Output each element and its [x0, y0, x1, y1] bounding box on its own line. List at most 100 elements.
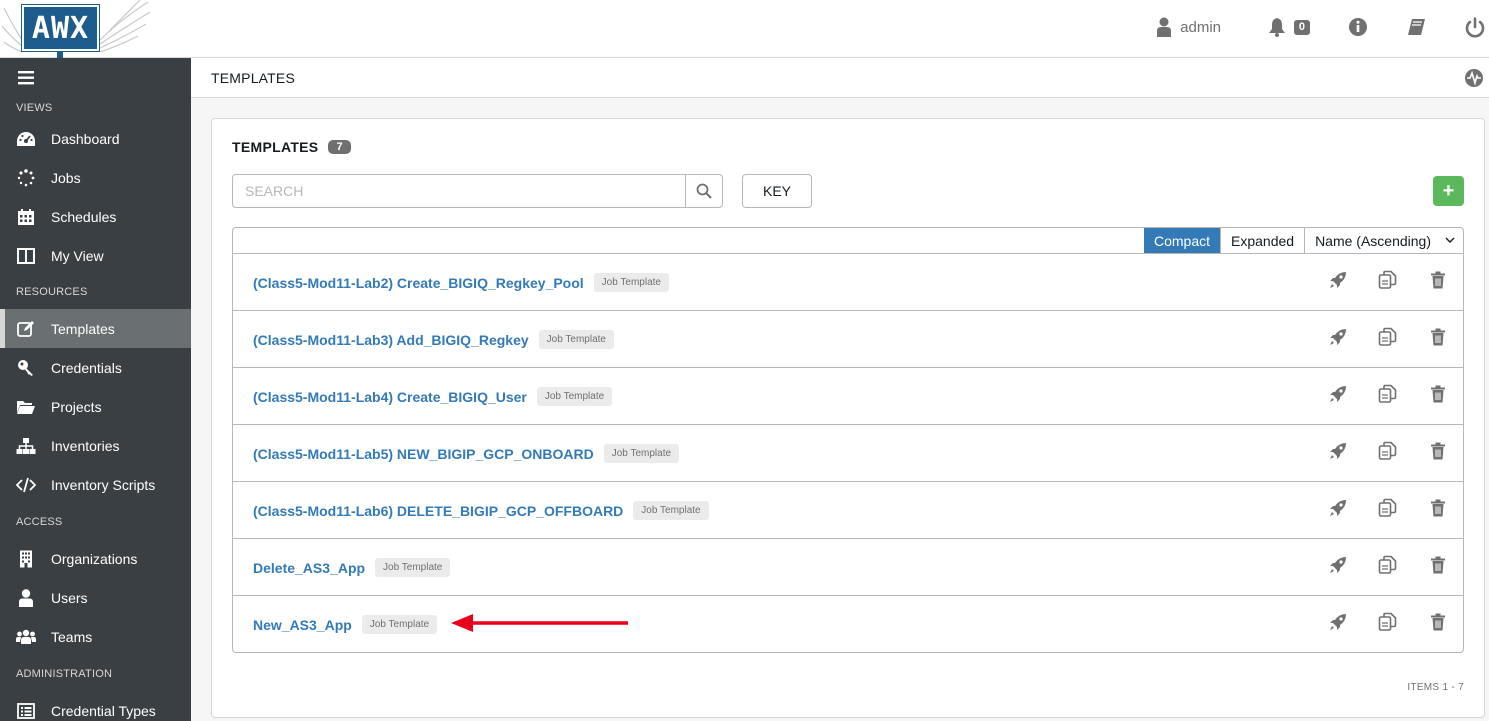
copy-icon: [1378, 441, 1398, 466]
table-row: Delete_AS3_App Job Template: [233, 539, 1463, 596]
table-row: (Class5-Mod11-Lab6) DELETE_BIGIP_GCP_OFF…: [233, 482, 1463, 539]
delete-button[interactable]: [1413, 328, 1463, 349]
template-name[interactable]: (Class5-Mod11-Lab2) Create_BIGIQ_Regkey_…: [253, 275, 584, 291]
template-name-link[interactable]: New_AS3_App Job Template: [253, 615, 438, 634]
copy-icon: [1378, 384, 1398, 409]
row-actions: [1313, 555, 1463, 580]
notifications-button[interactable]: 0: [1267, 17, 1310, 37]
sidebar-item-my-view[interactable]: My View: [0, 236, 191, 275]
template-name[interactable]: Delete_AS3_App: [253, 560, 365, 576]
template-name-link[interactable]: Delete_AS3_App Job Template: [253, 558, 451, 577]
copy-button[interactable]: [1363, 384, 1413, 409]
delete-button[interactable]: [1413, 385, 1463, 406]
sidebar-item-label: Dashboard: [51, 130, 120, 147]
copy-icon: [1378, 555, 1398, 580]
sidebar-item-inventories[interactable]: Inventories: [0, 426, 191, 465]
search-input[interactable]: [233, 175, 686, 207]
copy-button[interactable]: [1363, 327, 1413, 349]
building-icon: [16, 549, 36, 569]
sidebar-item-templates[interactable]: Templates: [0, 309, 191, 348]
sidebar-item-schedules[interactable]: Schedules: [0, 197, 191, 236]
expanded-view-button[interactable]: Expanded: [1220, 228, 1305, 253]
bell-icon: [1268, 18, 1285, 37]
template-name[interactable]: New_AS3_App: [253, 617, 352, 633]
template-type-badge: Job Template: [538, 330, 614, 349]
sidebar-item-label: Credential Types: [51, 702, 156, 719]
copy-button[interactable]: [1363, 441, 1413, 466]
table-row: (Class5-Mod11-Lab4) Create_BIGIQ_User Job…: [233, 368, 1463, 425]
sidebar-item-credential-types[interactable]: Credential Types: [0, 691, 191, 721]
sidebar-item-projects[interactable]: Projects: [0, 387, 191, 426]
launch-button[interactable]: [1313, 271, 1363, 292]
activity-stream-button[interactable]: [1464, 68, 1484, 93]
copy-button[interactable]: [1363, 612, 1413, 634]
template-name[interactable]: (Class5-Mod11-Lab5) NEW_BIGIP_GCP_ONBOAR…: [253, 446, 594, 462]
delete-button[interactable]: [1413, 613, 1463, 636]
sidebar-item-dashboard[interactable]: Dashboard: [0, 119, 191, 158]
template-name-link[interactable]: (Class5-Mod11-Lab5) NEW_BIGIP_GCP_ONBOAR…: [253, 444, 680, 463]
delete-button[interactable]: [1413, 499, 1463, 520]
template-name-link[interactable]: (Class5-Mod11-Lab2) Create_BIGIQ_Regkey_…: [253, 273, 669, 292]
key-button[interactable]: KEY: [742, 174, 812, 208]
launch-button[interactable]: [1313, 556, 1363, 579]
sidebar-item-label: Users: [51, 589, 88, 606]
sidebar-item-users[interactable]: Users: [0, 578, 191, 617]
copy-button[interactable]: [1363, 498, 1413, 520]
launch-button[interactable]: [1313, 613, 1363, 634]
sidebar-item-inventory-scripts[interactable]: Inventory Scripts: [0, 465, 191, 504]
sort-select[interactable]: Name (Ascending): [1304, 228, 1463, 253]
rocket-icon: [1329, 556, 1347, 579]
template-name-link[interactable]: (Class5-Mod11-Lab6) DELETE_BIGIP_GCP_OFF…: [253, 501, 709, 520]
compact-view-button[interactable]: Compact: [1143, 228, 1220, 253]
key-icon: [16, 358, 36, 378]
section-label-administration: ADMINISTRATION: [16, 668, 113, 680]
template-type-badge: Job Template: [361, 615, 438, 634]
sidebar-item-label: Schedules: [51, 208, 117, 225]
template-type-badge: Job Template: [536, 387, 613, 406]
template-name[interactable]: (Class5-Mod11-Lab6) DELETE_BIGIP_GCP_OFF…: [253, 503, 623, 519]
launch-button[interactable]: [1313, 328, 1363, 349]
launch-button[interactable]: [1313, 499, 1363, 520]
copy-button[interactable]: [1363, 555, 1413, 580]
template-name-link[interactable]: (Class5-Mod11-Lab3) Add_BIGIQ_Regkey Job …: [253, 330, 614, 349]
template-name[interactable]: (Class5-Mod11-Lab3) Add_BIGIQ_Regkey: [253, 332, 529, 348]
sidebar-item-teams[interactable]: Teams: [0, 617, 191, 656]
sidebar-item-label: Projects: [51, 398, 102, 415]
templates-list: Compact Expanded Name (Ascending) (Class…: [232, 227, 1464, 653]
awx-logo[interactable]: AWX: [0, 0, 160, 58]
row-actions: [1313, 384, 1463, 409]
templates-count-badge: 7: [328, 140, 351, 154]
search-button[interactable]: [685, 175, 722, 207]
sidebar-item-label: My View: [51, 247, 104, 264]
sidebar-item-label: Inventory Scripts: [51, 476, 156, 493]
table-row: (Class5-Mod11-Lab3) Add_BIGIQ_Regkey Job …: [233, 311, 1463, 368]
sidebar-item-jobs[interactable]: Jobs: [0, 158, 191, 197]
sidebar-item-label: Inventories: [51, 437, 120, 454]
sidebar-item-organizations[interactable]: Organizations: [0, 539, 191, 578]
delete-button[interactable]: [1413, 556, 1463, 577]
table-row: New_AS3_App Job Template: [233, 596, 1463, 653]
table-row: (Class5-Mod11-Lab5) NEW_BIGIP_GCP_ONBOAR…: [233, 425, 1463, 482]
template-name-link[interactable]: (Class5-Mod11-Lab4) Create_BIGIQ_User Job…: [253, 387, 613, 406]
activity-stream-icon: [1465, 69, 1483, 87]
section-label-resources: RESOURCES: [16, 286, 88, 298]
breadcrumb: TEMPLATES: [191, 58, 1489, 98]
template-name[interactable]: (Class5-Mod11-Lab4) Create_BIGIQ_User: [253, 389, 527, 405]
launch-button[interactable]: [1313, 385, 1363, 406]
user-menu[interactable]: admin: [1157, 17, 1221, 37]
logo-text: AWX: [21, 4, 100, 52]
trash-icon: [1430, 613, 1446, 636]
about-button[interactable]: [1348, 17, 1368, 37]
add-template-button[interactable]: +: [1433, 176, 1464, 206]
calendar-icon: [16, 207, 36, 227]
delete-button[interactable]: [1413, 442, 1463, 463]
copy-button[interactable]: [1363, 270, 1413, 292]
delete-button[interactable]: [1413, 271, 1463, 292]
launch-button[interactable]: [1313, 442, 1363, 463]
logout-button[interactable]: [1464, 17, 1486, 39]
sidebar-item-credentials[interactable]: Credentials: [0, 348, 191, 387]
documentation-button[interactable]: [1406, 17, 1426, 37]
sidebar-item-label: Credentials: [51, 359, 122, 376]
hamburger-menu-button[interactable]: [18, 71, 34, 90]
templates-panel: TEMPLATES 7 KEY + Compact Expanded Name …: [211, 118, 1485, 718]
